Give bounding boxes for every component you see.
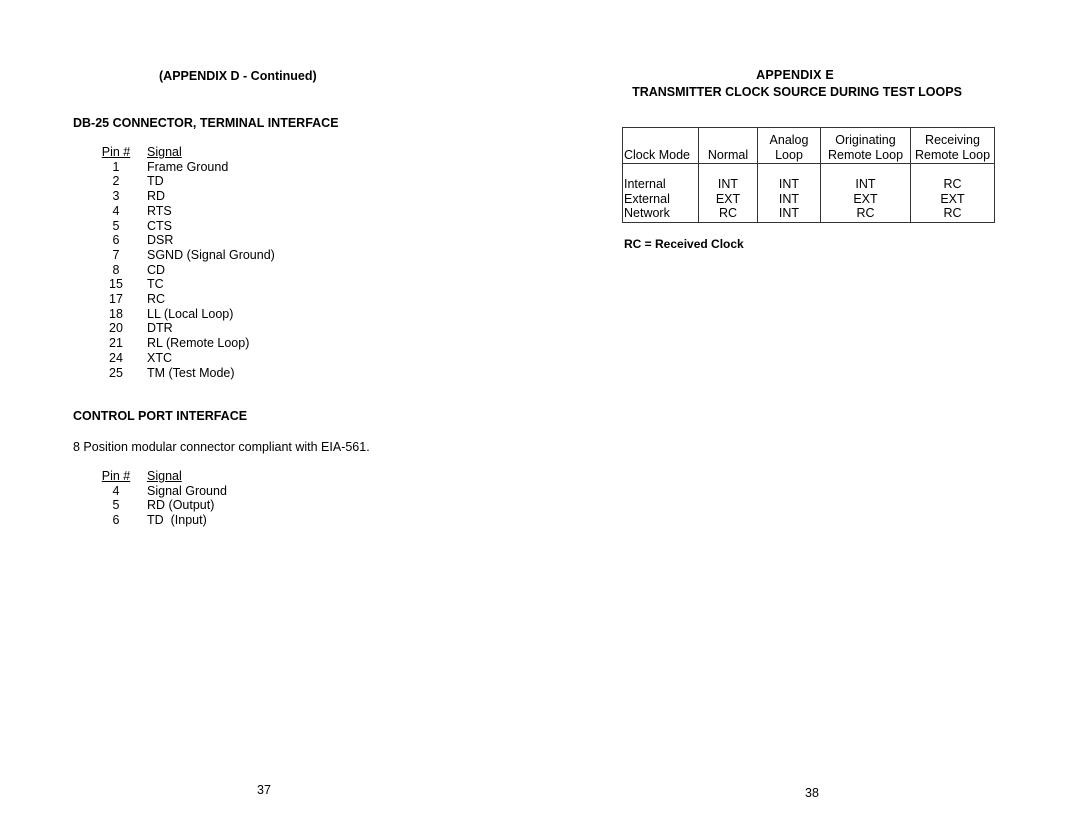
pin-number: 2 bbox=[112, 174, 120, 189]
pin-number: 18 bbox=[109, 306, 123, 321]
table-row: 1 Frame Ground bbox=[85, 160, 275, 175]
normal-cell: INT EXT RC bbox=[698, 163, 758, 222]
pin-number: 1 bbox=[112, 159, 120, 174]
pin-column-header: Pin # bbox=[101, 145, 131, 159]
table-row: 8 CD bbox=[85, 263, 275, 278]
receiving-remote-loop-cell: RC EXT RC bbox=[910, 163, 995, 222]
table-row: 24 XTC bbox=[85, 351, 275, 366]
table-row: 17 RC bbox=[85, 292, 275, 307]
pin-number: 4 bbox=[112, 203, 120, 218]
signal-name: Signal Ground bbox=[147, 483, 227, 498]
table-row: 6 TD (Input) bbox=[85, 513, 227, 528]
signal-name: CD bbox=[147, 262, 166, 277]
header-originating-remote-loop: Originating Remote Loop bbox=[820, 127, 911, 164]
pin-number: 7 bbox=[112, 247, 120, 262]
table-row: 3 RD bbox=[85, 189, 275, 204]
signal-name: TM (Test Mode) bbox=[147, 365, 235, 380]
pin-number: 3 bbox=[112, 189, 120, 204]
db25-pin-table: Pin # Signal 1 Frame Ground 2 TD 3 RD 4 RTS … bbox=[85, 145, 275, 380]
signal-column-header: Signal bbox=[147, 145, 182, 159]
header-clock-mode: Clock Mode bbox=[622, 127, 699, 164]
pin-number: 8 bbox=[112, 262, 120, 277]
table-header-row: Clock Mode Normal Analog Loop Originating… bbox=[622, 127, 995, 164]
pin-number: 6 bbox=[112, 233, 120, 248]
table-row: 25 TM (Test Mode) bbox=[85, 366, 275, 381]
pin-number: 17 bbox=[109, 292, 123, 307]
table-header-row: Pin # Signal bbox=[85, 145, 275, 160]
pin-number: 5 bbox=[112, 498, 120, 513]
signal-name: RC bbox=[147, 292, 166, 307]
table-row: Internal External Network INT EXT RC INT… bbox=[622, 163, 995, 222]
appendix-d-title: (APPENDIX D - Continued) bbox=[159, 69, 317, 83]
signal-name: TD (Input) bbox=[147, 513, 207, 528]
header-analog-loop: Analog Loop bbox=[757, 127, 821, 164]
clock-mode-cell: Internal External Network bbox=[622, 163, 699, 222]
pin-number: 4 bbox=[112, 483, 120, 498]
table-row: 6 DSR bbox=[85, 233, 275, 248]
pin-number: 15 bbox=[109, 277, 123, 292]
table-row: 15 TC bbox=[85, 277, 275, 292]
table-row: 4 RTS bbox=[85, 204, 275, 219]
signal-name: Frame Ground bbox=[147, 159, 229, 174]
table-row: 21 RL (Remote Loop) bbox=[85, 336, 275, 351]
signal-name: CTS bbox=[147, 218, 172, 233]
pin-number: 25 bbox=[109, 365, 123, 380]
header-normal: Normal bbox=[698, 127, 758, 164]
table-header-row: Pin # Signal bbox=[85, 469, 227, 484]
signal-name: RD (Output) bbox=[147, 498, 215, 513]
signal-name: RD bbox=[147, 189, 166, 204]
control-port-description: 8 Position modular connector compliant w… bbox=[73, 440, 370, 454]
pin-number: 20 bbox=[109, 321, 123, 336]
signal-name: DSR bbox=[147, 233, 174, 248]
originating-remote-loop-cell: INT EXT RC bbox=[820, 163, 911, 222]
signal-name: RTS bbox=[147, 203, 172, 218]
pin-column-header: Pin # bbox=[101, 469, 131, 483]
appendix-e-title: APPENDIX E bbox=[756, 68, 834, 82]
pin-number: 5 bbox=[112, 218, 120, 233]
pin-number: 24 bbox=[109, 350, 123, 365]
db25-heading: DB-25 CONNECTOR, TERMINAL INTERFACE bbox=[73, 116, 339, 130]
header-receiving-remote-loop: Receiving Remote Loop bbox=[910, 127, 995, 164]
signal-column-header: Signal bbox=[147, 469, 182, 483]
control-port-pin-table: Pin # Signal 4 Signal Ground 5 RD (Output)… bbox=[85, 469, 227, 528]
analog-loop-cell: INT INT INT bbox=[757, 163, 821, 222]
table-row: 5 RD (Output) bbox=[85, 498, 227, 513]
table-row: 18 LL (Local Loop) bbox=[85, 307, 275, 322]
page-number-right: 38 bbox=[805, 786, 819, 800]
table-row: 2 TD bbox=[85, 174, 275, 189]
pin-number: 6 bbox=[112, 513, 120, 528]
pin-number: 21 bbox=[109, 336, 123, 351]
control-port-heading: CONTROL PORT INTERFACE bbox=[73, 409, 248, 423]
clock-source-table: Clock Mode Normal Analog Loop Originating… bbox=[622, 127, 995, 223]
page-number-left: 37 bbox=[257, 783, 271, 797]
table-row: 4 Signal Ground bbox=[85, 484, 227, 499]
appendix-e-subtitle: TRANSMITTER CLOCK SOURCE DURING TEST LOO… bbox=[632, 85, 962, 99]
signal-name: LL (Local Loop) bbox=[147, 306, 234, 321]
signal-name: DTR bbox=[147, 321, 173, 336]
signal-name: TD bbox=[147, 174, 164, 189]
table-row: 20 DTR bbox=[85, 321, 275, 336]
signal-name: RL (Remote Loop) bbox=[147, 336, 250, 351]
signal-name: TC bbox=[147, 277, 164, 292]
rc-legend: RC = Received Clock bbox=[624, 237, 744, 251]
signal-name: XTC bbox=[147, 350, 172, 365]
table-row: 5 CTS bbox=[85, 219, 275, 234]
table-row: 7 SGND (Signal Ground) bbox=[85, 248, 275, 263]
signal-name: SGND (Signal Ground) bbox=[147, 247, 275, 262]
